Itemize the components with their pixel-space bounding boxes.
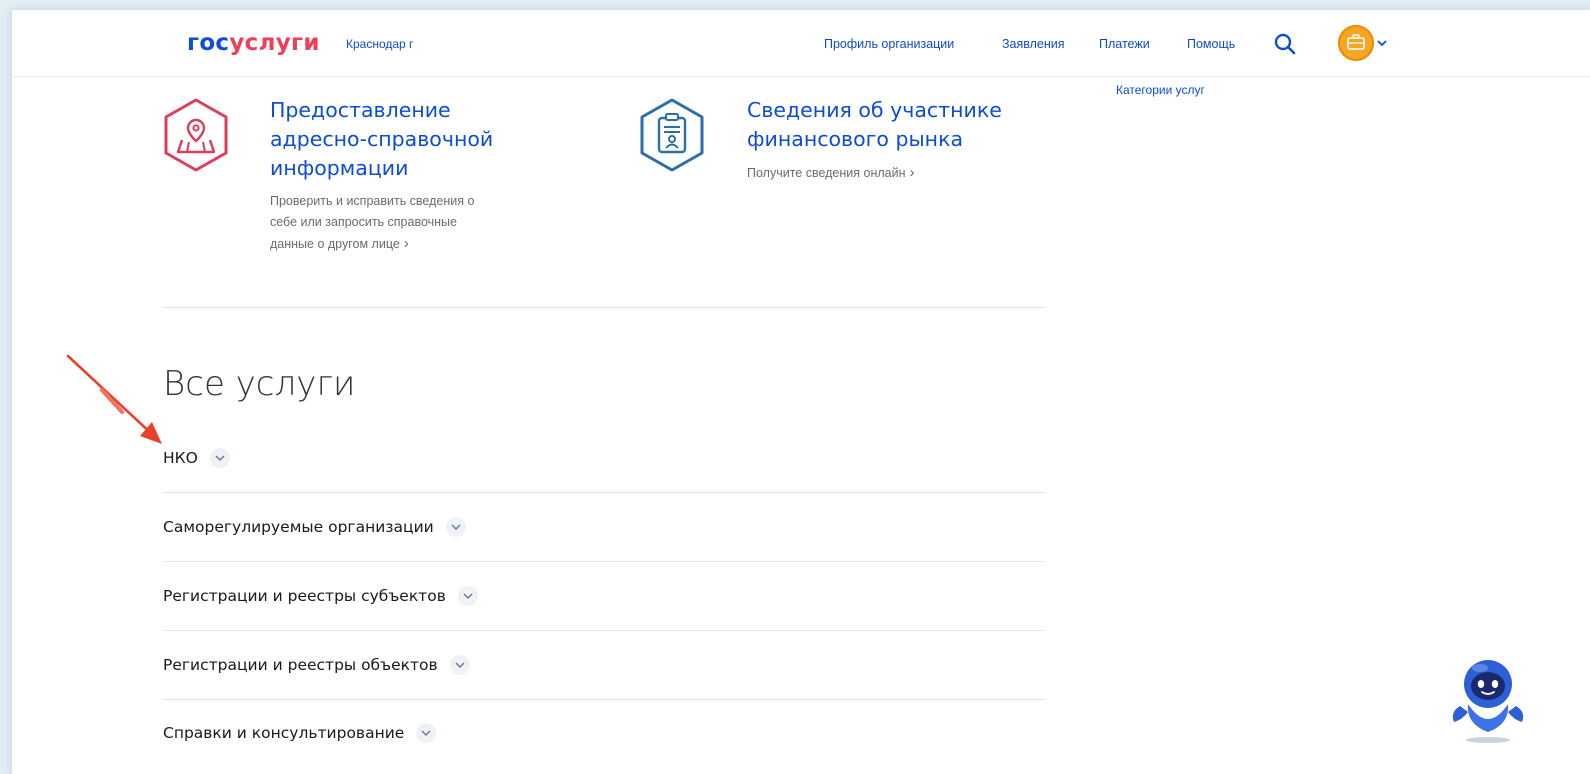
- chevron-down-icon[interactable]: [449, 655, 470, 675]
- organization-avatar-icon[interactable]: [1338, 25, 1374, 61]
- categories-link[interactable]: Категории услуг: [1116, 83, 1205, 97]
- chevron-right-icon: ›: [909, 164, 915, 181]
- card-address-info-title[interactable]: Предоставление адресно-справочной информ…: [270, 96, 493, 183]
- chevron-down-icon[interactable]: [1377, 39, 1387, 47]
- row-divider: [163, 630, 1045, 631]
- robot-assistant-icon[interactable]: [1448, 650, 1528, 746]
- search-icon[interactable]: [1273, 32, 1297, 56]
- card-title-line: Предоставление: [270, 98, 451, 122]
- site-header: госуслуги Краснодар г Профиль организаци…: [12, 10, 1590, 77]
- category-label: Саморегулируемые организации: [163, 518, 434, 536]
- row-divider: [163, 561, 1045, 562]
- row-divider: [163, 492, 1045, 493]
- card-title-line: финансового рынка: [747, 127, 964, 151]
- category-nko[interactable]: НКО: [163, 446, 230, 470]
- all-services-title: Все услуги: [163, 364, 356, 404]
- briefcase-icon: [1347, 34, 1365, 50]
- logo-part-gos: гос: [187, 30, 230, 56]
- category-self-regulated-orgs[interactable]: Саморегулируемые организации: [163, 515, 466, 539]
- nav-payments[interactable]: Платежи: [1099, 37, 1150, 51]
- logo-part-uslugi: услуги: [229, 30, 320, 56]
- category-object-registries[interactable]: Регистрации и реестры объектов: [163, 653, 470, 677]
- category-label: Регистрации и реестры субъектов: [163, 587, 446, 605]
- gosuslugi-logo[interactable]: госуслуги: [187, 30, 320, 56]
- chevron-down-icon[interactable]: [209, 448, 230, 468]
- category-certificates-consulting[interactable]: Справки и консультирование: [163, 721, 437, 745]
- clipboard-person-icon: [640, 98, 704, 172]
- section-divider: [163, 307, 1045, 308]
- card-desc-line: Проверить и исправить сведения о: [270, 194, 475, 208]
- category-label: Регистрации и реестры объектов: [163, 656, 438, 674]
- card-title-line: Сведения об участнике: [747, 98, 1002, 122]
- category-label: Справки и консультирование: [163, 724, 405, 742]
- region-selector[interactable]: Краснодар г: [346, 37, 413, 51]
- card-financial-market-description[interactable]: Получите сведения онлайн ›: [747, 162, 915, 184]
- nav-profile-organization[interactable]: Профиль организации: [824, 37, 954, 51]
- category-label: НКО: [163, 449, 198, 467]
- card-desc-line: данные о другом лице: [270, 237, 400, 251]
- card-desc-line: себе или запросить справочные: [270, 215, 457, 229]
- chevron-down-icon[interactable]: [445, 517, 466, 537]
- card-title-line: информации: [270, 156, 409, 180]
- card-financial-market-title[interactable]: Сведения об участнике финансового рынка: [747, 96, 1002, 154]
- card-address-info-description[interactable]: Проверить и исправить сведения о себе ил…: [270, 191, 474, 255]
- card-desc-line: Получите сведения онлайн: [747, 166, 906, 180]
- row-divider: [163, 699, 1045, 700]
- annotation-arrow: [66, 354, 162, 444]
- chevron-right-icon: ›: [403, 235, 409, 252]
- chevron-down-icon[interactable]: [457, 586, 478, 606]
- nav-applications[interactable]: Заявления: [1002, 37, 1065, 51]
- chevron-down-icon[interactable]: [416, 723, 437, 743]
- browser-page: госуслуги Краснодар г Профиль организаци…: [12, 10, 1590, 774]
- map-pin-icon: [164, 98, 228, 172]
- category-subject-registries[interactable]: Регистрации и реестры субъектов: [163, 584, 478, 608]
- card-title-line: адресно-справочной: [270, 127, 494, 151]
- nav-help[interactable]: Помощь: [1187, 37, 1235, 51]
